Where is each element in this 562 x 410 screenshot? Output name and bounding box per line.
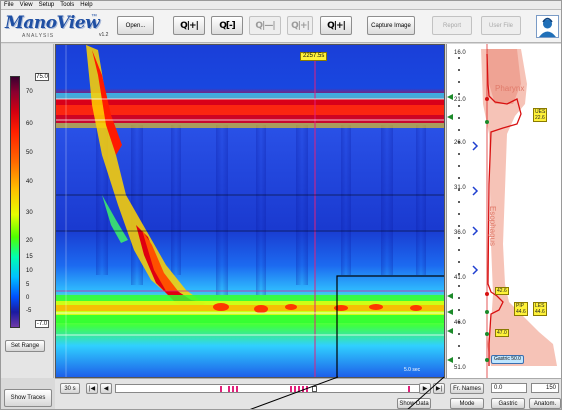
depth-label: 46.0 xyxy=(454,320,466,326)
les-tag[interactable]: LES 44.6 xyxy=(533,302,547,316)
position-field[interactable]: 0.0 xyxy=(491,383,527,393)
zoom-fit-button[interactable]: Q|+| xyxy=(173,16,205,35)
ues-tag-value: 22.6 xyxy=(535,115,545,121)
event-marker[interactable] xyxy=(408,386,410,392)
event-marker[interactable] xyxy=(294,386,296,392)
set-range-button[interactable]: Set Range xyxy=(5,340,45,352)
pharynx-label: Pharynx xyxy=(495,84,525,93)
depth-label: 26.0 xyxy=(454,140,466,146)
depth-label: 21.0 xyxy=(454,97,466,103)
color-max-field[interactable]: 75.0 xyxy=(35,73,49,81)
show-traces-button[interactable]: Show Traces xyxy=(4,389,52,407)
step-forward-icon[interactable]: ▶ xyxy=(419,383,431,394)
color-tick: 60 xyxy=(26,121,33,127)
menu-tools[interactable]: Tools xyxy=(60,2,74,8)
event-marker[interactable] xyxy=(298,386,300,392)
upper-tag[interactable]: 42.6 xyxy=(495,287,509,295)
color-tick: 20 xyxy=(26,238,33,244)
window-length-button[interactable]: 30 s xyxy=(60,383,80,394)
show-data-button[interactable]: Show Data xyxy=(397,398,431,409)
bottom-controls: 30 s |◀ ◀ ▶ ▶| Show Data Fr. Names 0.0 1… xyxy=(55,378,561,409)
timeline-slider[interactable] xyxy=(115,384,425,393)
color-tick: 5 xyxy=(26,282,30,288)
color-tick: 50 xyxy=(26,150,33,156)
logo-brand: ManoView xyxy=(5,13,100,33)
color-min-field[interactable]: -7.0 xyxy=(35,320,49,328)
esophagus-label: Esophagus xyxy=(488,206,497,247)
event-marker[interactable] xyxy=(306,386,308,392)
menu-setup[interactable]: Setup xyxy=(39,2,55,8)
event-marker[interactable] xyxy=(290,386,292,392)
end-field[interactable]: 150 xyxy=(531,383,559,393)
manoview-logo: ManoView ™ ANALYSIS v1.2 xyxy=(5,13,109,41)
scale-note: 5.0 sec xyxy=(404,367,421,373)
menu-file[interactable]: File xyxy=(4,2,14,8)
color-tick: 0 xyxy=(26,295,30,301)
open-button[interactable]: Open... xyxy=(117,16,154,35)
event-marker[interactable] xyxy=(220,386,222,392)
user-avatar-icon[interactable] xyxy=(536,15,559,38)
slider-thumb[interactable] xyxy=(312,386,317,392)
capture-image-button[interactable]: Capture Image xyxy=(367,16,415,35)
step-back-icon[interactable]: ◀ xyxy=(100,383,112,394)
skip-end-icon[interactable]: ▶| xyxy=(433,383,445,394)
color-tick: 40 xyxy=(26,179,33,185)
anatomy-panel: 16.0 21.0 26.0 31.0 36.0 41.0 46.0 51.0 … xyxy=(446,44,561,378)
toolbar: ManoView ™ ANALYSIS v1.2 Open... Q|+| Q[… xyxy=(1,10,561,43)
pressure-topography-plot[interactable]: 2257.5s 5.0 sec xyxy=(55,44,445,378)
logo-subtitle: ANALYSIS xyxy=(22,33,55,39)
event-marker[interactable] xyxy=(228,386,230,392)
zoom-out-button[interactable]: Q[-] xyxy=(211,16,243,35)
anatomy-button[interactable]: Anatom. xyxy=(529,398,561,409)
menu-view[interactable]: View xyxy=(20,2,33,8)
topography-svg xyxy=(56,45,444,377)
manoview-window: File View Setup Tools Help ManoView ™ AN… xyxy=(0,0,562,410)
color-tick: 30 xyxy=(26,210,33,216)
gastric-button[interactable]: Gastric xyxy=(491,398,525,409)
report-button[interactable]: Report xyxy=(432,16,472,35)
event-marker[interactable] xyxy=(236,386,238,392)
event-marker[interactable] xyxy=(232,386,234,392)
depth-label: 36.0 xyxy=(454,230,466,236)
menu-help[interactable]: Help xyxy=(80,2,92,8)
user-file-button[interactable]: User File xyxy=(481,16,521,35)
skip-start-icon[interactable]: |◀ xyxy=(86,383,98,394)
anatomy-svg xyxy=(447,44,557,378)
menu-bar: File View Setup Tools Help xyxy=(1,1,561,10)
lower-tag[interactable]: 47.0 xyxy=(495,329,509,337)
depth-label: 31.0 xyxy=(454,185,466,191)
color-tick: 15 xyxy=(26,254,33,260)
depth-label: 16.0 xyxy=(454,50,466,56)
zoom-in-button[interactable]: Q|+| xyxy=(287,16,313,35)
time-marker-label: 2257.5s xyxy=(300,52,328,61)
color-tick: 70 xyxy=(26,89,33,95)
depth-label: 51.0 xyxy=(454,365,466,371)
mode-button[interactable]: Mode xyxy=(450,398,484,409)
event-marker[interactable] xyxy=(302,386,304,392)
zoom-range-button[interactable]: Q|—| xyxy=(249,16,281,35)
pip-tag[interactable]: PIP 44.6 xyxy=(514,302,528,316)
color-scale-bar xyxy=(10,76,20,328)
color-scale-panel: 75.0 70 60 50 40 30 20 15 10 5 0 -5 -7.0… xyxy=(1,44,54,407)
zoom-expand-button[interactable]: Q|+| xyxy=(320,16,352,35)
les-tag-value: 44.6 xyxy=(535,309,545,315)
depth-label: 41.0 xyxy=(454,275,466,281)
color-tick: -5 xyxy=(26,308,32,314)
gastric-tag[interactable]: Gastric 50.0 xyxy=(491,355,524,364)
logo-version: v1.2 xyxy=(99,32,109,38)
logo-tm: ™ xyxy=(91,14,97,20)
pip-tag-value: 44.6 xyxy=(516,309,526,315)
ues-tag[interactable]: UES 22.6 xyxy=(533,108,548,122)
color-tick: 10 xyxy=(26,268,33,274)
frame-names-button[interactable]: Fr. Names xyxy=(450,383,484,394)
